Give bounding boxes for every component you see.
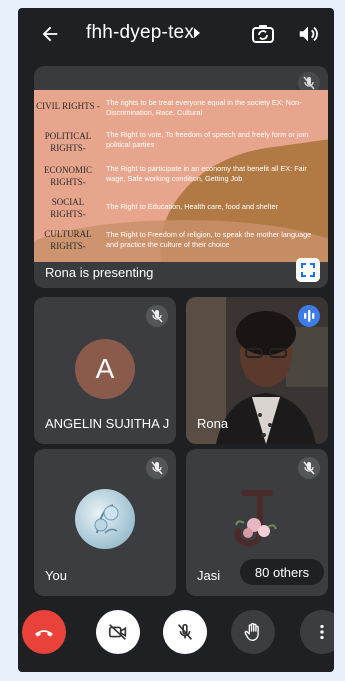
more-vertical-icon [320,624,324,640]
top-bar: fhh-dyep-tex [18,8,334,60]
participant-tile[interactable]: Rona [186,297,328,444]
mic-muted-icon [146,305,168,327]
participant-tile[interactable]: Jasi 80 others [186,449,328,596]
speaking-indicator-icon [298,305,320,327]
slide-term: SOCIAL RIGHTS- [50,197,86,219]
mic-toggle-button[interactable] [163,610,207,654]
camera-toggle-button[interactable] [96,610,140,654]
speaker-icon[interactable] [296,22,320,46]
meeting-code[interactable]: fhh-dyep-tex [86,22,194,44]
slide-definition: The Right to vote, To freedom of speech … [106,130,309,149]
meet-call-screen: fhh-dyep-tex CIVIL RIGHTS - The rights t… [18,8,334,672]
slide-definition: The Right to participate in an economy t… [106,164,307,183]
others-count-badge[interactable]: 80 others [240,559,324,585]
slide-definition: The Right to Freedom of religion, to spe… [106,230,312,249]
participant-tile[interactable]: A ANGELIN SUJITHA J [34,297,176,444]
switch-camera-icon[interactable] [250,22,276,46]
end-call-button[interactable] [22,610,66,654]
camera-off-icon [108,624,127,640]
slide-term: ECONOMIC RIGHTS- [43,165,92,187]
participant-tile[interactable]: You [34,449,176,596]
participant-name: Rona [197,416,229,431]
fullscreen-icon[interactable] [296,258,320,282]
mic-muted-icon [146,457,168,479]
back-arrow-icon[interactable] [38,22,62,46]
mic-muted-icon [298,457,320,479]
avatar [75,489,135,549]
slide-term: CULTURAL RIGHTS- [44,229,92,251]
participant-name: ANGELIN SUJITHA J [45,416,170,431]
presentation-tile[interactable]: CIVIL RIGHTS - The rights to be treat ev… [34,66,328,288]
avatar: A [75,339,135,399]
more-options-button[interactable] [300,610,334,654]
presenting-label: Rona is presenting [45,265,154,280]
participant-name: Jasi [197,568,221,583]
slide-definition: The rights to be treat everyone equal in… [106,98,302,117]
mic-off-icon [177,623,193,640]
hang-up-icon [35,630,53,637]
slide-term: POLITICAL RIGHTS- [44,131,92,153]
hand-icon [244,622,259,641]
call-controls [18,604,334,664]
raise-hand-button[interactable] [231,610,275,654]
slide-definition: The Right to Education, Health care, foo… [106,202,278,211]
participant-name: You [45,568,67,583]
slide-term: CIVIL RIGHTS - [36,101,100,111]
shared-slide: CIVIL RIGHTS - The rights to be treat ev… [34,90,328,262]
avatar [224,483,288,553]
caret-right-icon[interactable] [194,28,200,38]
